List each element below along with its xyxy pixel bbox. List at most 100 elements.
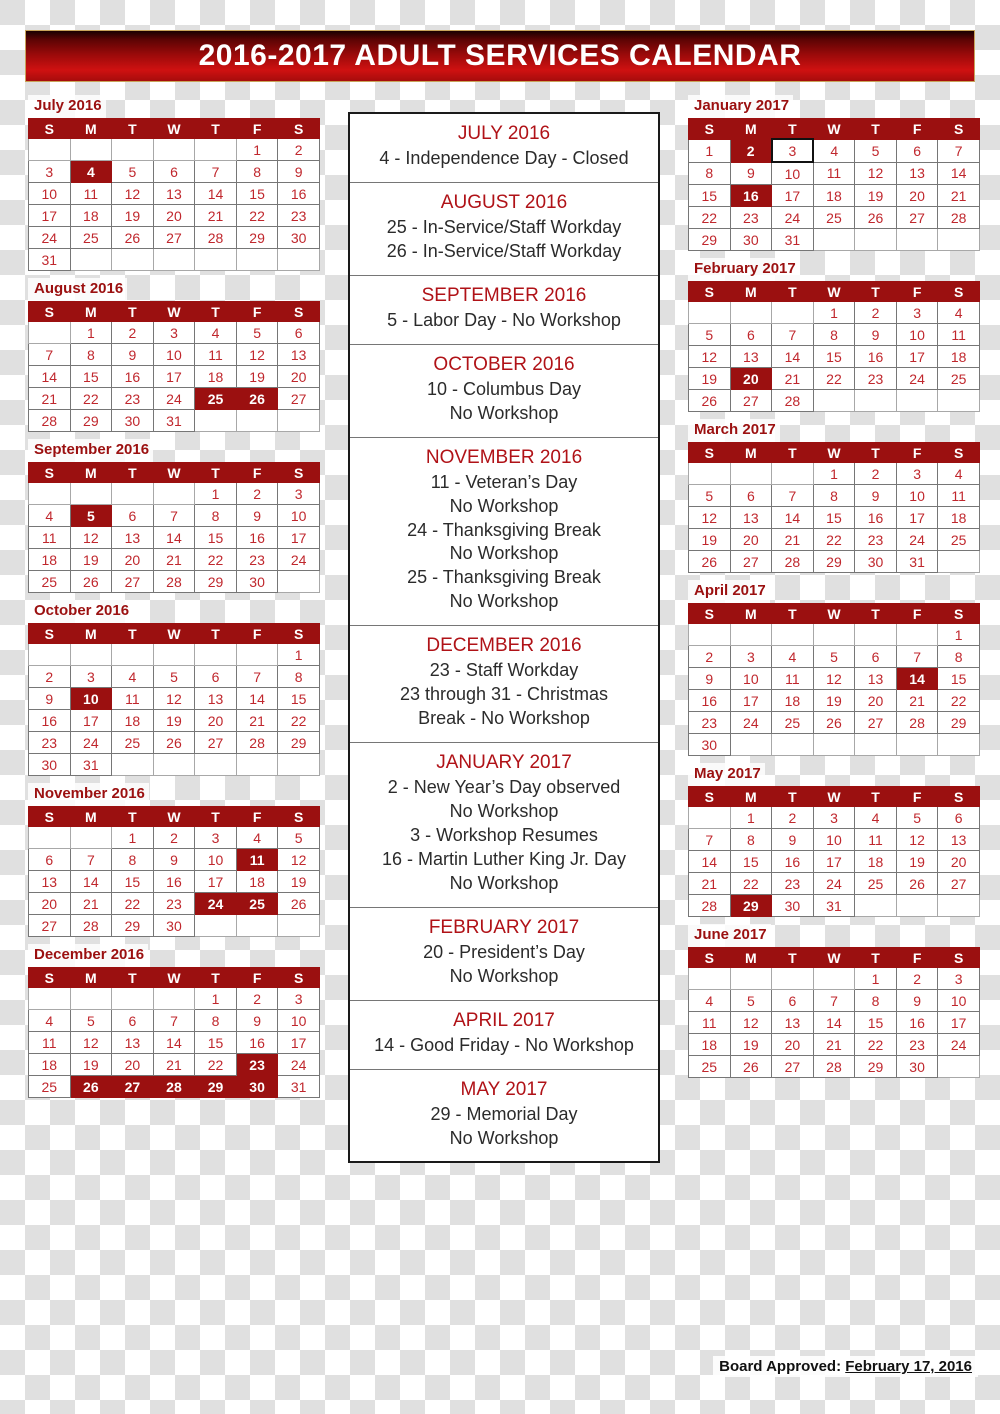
day-cell[interactable]: 1	[854, 967, 897, 990]
day-cell[interactable]: 25	[69, 226, 113, 249]
day-cell[interactable]: 18	[28, 548, 71, 571]
day-cell[interactable]: 3	[28, 160, 71, 183]
day-cell[interactable]: 4	[812, 138, 856, 163]
day-cell[interactable]: 10	[729, 667, 773, 690]
day-cell[interactable]: 16	[688, 689, 731, 712]
day-cell[interactable]: 28	[771, 389, 814, 412]
day-cell[interactable]: 3	[277, 482, 320, 505]
day-cell[interactable]: 6	[854, 645, 897, 668]
day-cell[interactable]: 15	[111, 870, 154, 893]
day-cell[interactable]: 21	[235, 709, 279, 732]
day-cell[interactable]: 23	[771, 872, 814, 895]
day-cell-highlighted[interactable]: 25	[235, 892, 279, 915]
day-cell[interactable]: 21	[937, 184, 980, 207]
day-cell[interactable]: 26	[111, 226, 154, 249]
day-cell[interactable]: 5	[111, 160, 154, 183]
day-cell[interactable]: 10	[771, 161, 814, 185]
day-cell[interactable]: 5	[729, 989, 773, 1012]
day-cell[interactable]: 24	[895, 528, 939, 551]
day-cell[interactable]: 27	[937, 872, 980, 895]
day-cell[interactable]: 9	[895, 989, 939, 1012]
day-cell[interactable]: 2	[277, 138, 320, 161]
day-cell[interactable]: 3	[937, 967, 980, 990]
day-cell[interactable]: 16	[895, 1011, 939, 1034]
day-cell-outlined[interactable]: 3	[770, 138, 815, 163]
day-cell[interactable]: 4	[688, 989, 731, 1012]
day-cell[interactable]: 19	[235, 365, 279, 388]
day-cell[interactable]: 26	[688, 550, 731, 573]
day-cell[interactable]: 14	[69, 870, 113, 893]
day-cell[interactable]: 22	[688, 206, 731, 229]
day-cell[interactable]: 7	[235, 665, 279, 688]
day-cell[interactable]: 18	[69, 204, 113, 227]
day-cell[interactable]: 22	[111, 892, 154, 915]
day-cell[interactable]: 26	[854, 206, 897, 229]
day-cell[interactable]: 31	[895, 550, 939, 573]
day-cell[interactable]: 9	[28, 687, 71, 710]
day-cell[interactable]: 14	[152, 526, 196, 549]
day-cell[interactable]: 16	[277, 182, 320, 205]
day-cell[interactable]: 17	[771, 184, 814, 207]
day-cell[interactable]: 1	[235, 138, 279, 161]
day-cell[interactable]: 8	[69, 343, 113, 366]
day-cell[interactable]: 23	[111, 387, 154, 410]
day-cell[interactable]: 5	[69, 1009, 113, 1032]
day-cell[interactable]: 1	[194, 987, 237, 1010]
day-cell[interactable]: 27	[729, 389, 773, 412]
day-cell[interactable]: 14	[812, 1011, 856, 1034]
day-cell[interactable]: 19	[812, 689, 856, 712]
day-cell[interactable]: 24	[812, 872, 856, 895]
day-cell[interactable]: 2	[771, 806, 814, 829]
day-cell[interactable]: 17	[28, 204, 71, 227]
day-cell[interactable]: 25	[771, 711, 814, 734]
day-cell[interactable]: 12	[111, 182, 154, 205]
day-cell[interactable]: 10	[277, 1009, 320, 1032]
day-cell[interactable]: 8	[194, 1009, 237, 1032]
day-cell[interactable]: 6	[152, 160, 196, 183]
day-cell[interactable]: 9	[152, 848, 196, 871]
day-cell[interactable]: 1	[277, 643, 320, 666]
day-cell[interactable]: 4	[28, 504, 71, 527]
day-cell[interactable]: 28	[771, 550, 814, 573]
day-cell[interactable]: 23	[895, 1033, 939, 1056]
day-cell[interactable]: 19	[688, 528, 731, 551]
day-cell-highlighted[interactable]: 25	[194, 387, 237, 410]
day-cell-highlighted[interactable]: 26	[69, 1075, 113, 1098]
day-cell[interactable]: 18	[854, 850, 897, 873]
day-cell[interactable]: 17	[194, 870, 237, 893]
day-cell[interactable]: 12	[688, 345, 731, 368]
day-cell[interactable]: 7	[69, 848, 113, 871]
day-cell[interactable]: 21	[688, 872, 731, 895]
day-cell-highlighted[interactable]: 16	[729, 184, 773, 207]
day-cell[interactable]: 28	[69, 914, 113, 937]
day-cell[interactable]: 5	[812, 645, 856, 668]
day-cell[interactable]: 3	[194, 826, 237, 849]
day-cell[interactable]: 3	[895, 462, 939, 485]
day-cell[interactable]: 3	[812, 806, 856, 829]
day-cell[interactable]: 29	[854, 1055, 897, 1078]
day-cell[interactable]: 30	[111, 409, 154, 432]
day-cell[interactable]: 26	[152, 731, 196, 754]
day-cell[interactable]: 31	[277, 1075, 320, 1098]
day-cell[interactable]: 17	[895, 506, 939, 529]
day-cell[interactable]: 16	[771, 850, 814, 873]
day-cell[interactable]: 30	[729, 228, 773, 251]
day-cell[interactable]: 10	[895, 323, 939, 346]
day-cell[interactable]: 30	[28, 753, 71, 776]
day-cell[interactable]: 4	[194, 321, 237, 344]
day-cell[interactable]: 15	[277, 687, 320, 710]
day-cell[interactable]: 2	[152, 826, 196, 849]
day-cell-highlighted[interactable]: 24	[194, 892, 237, 915]
day-cell[interactable]: 21	[152, 1053, 196, 1076]
day-cell[interactable]: 21	[771, 528, 814, 551]
day-cell[interactable]: 24	[69, 731, 113, 754]
day-cell[interactable]: 13	[771, 1011, 814, 1034]
day-cell[interactable]: 3	[895, 301, 939, 324]
day-cell[interactable]: 18	[937, 345, 980, 368]
day-cell[interactable]: 2	[895, 967, 939, 990]
day-cell[interactable]: 11	[937, 323, 980, 346]
day-cell[interactable]: 7	[937, 138, 980, 163]
day-cell[interactable]: 10	[28, 182, 71, 205]
day-cell[interactable]: 26	[729, 1055, 773, 1078]
day-cell[interactable]: 13	[194, 687, 237, 710]
